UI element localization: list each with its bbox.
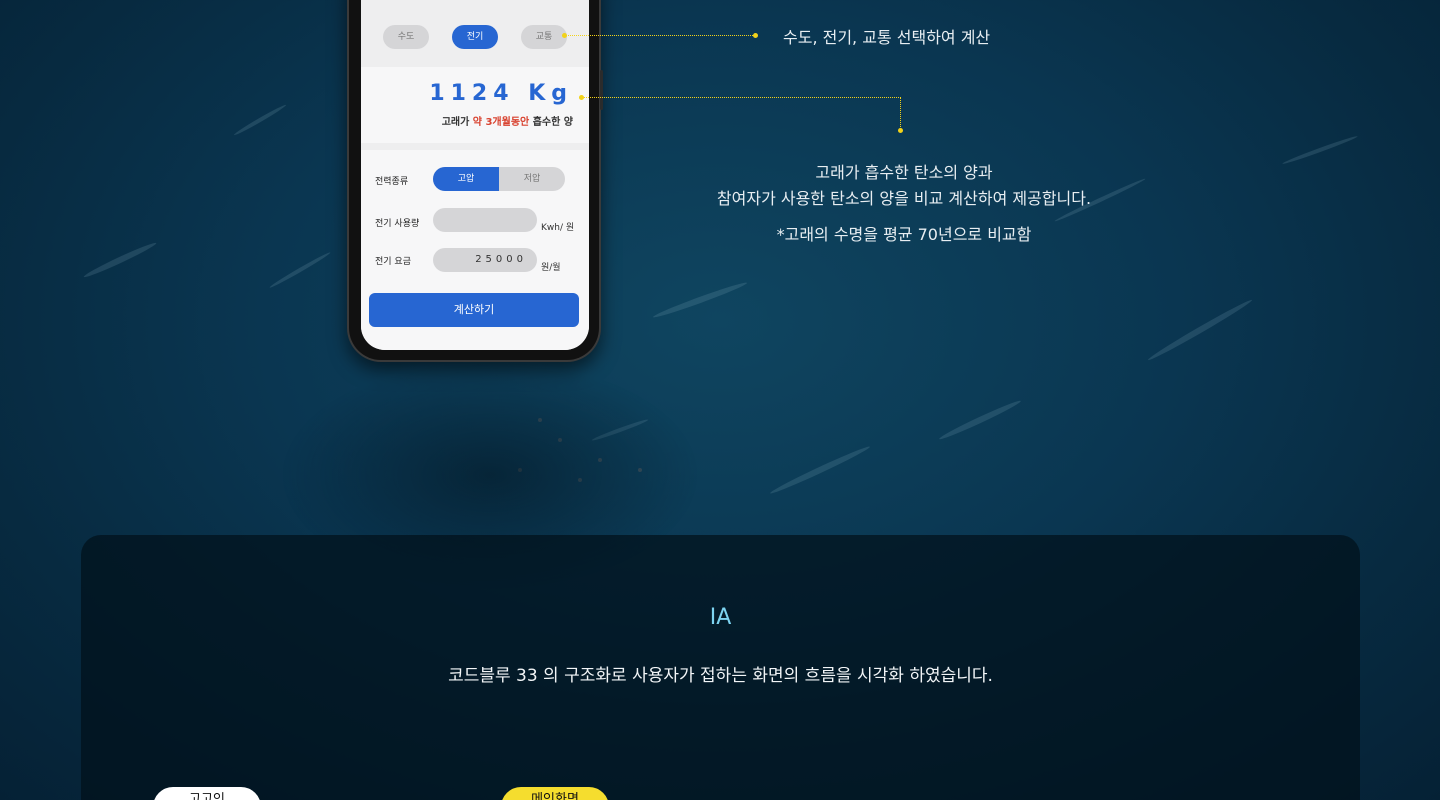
result-desc-line1: 고래가 흡수한 탄소의 양과 bbox=[815, 163, 993, 182]
tab-water[interactable]: 수도 bbox=[383, 25, 429, 49]
tabs-note: 수도, 전기, 교통 선택하여 계산 bbox=[783, 28, 991, 47]
callout-dot-end bbox=[753, 33, 758, 38]
calculate-button[interactable]: 계산하기 bbox=[369, 293, 579, 327]
usage-label: 전기 사용량 bbox=[375, 219, 420, 229]
result-caption-highlight: 약 3개월동안 bbox=[472, 117, 530, 128]
usage-unit: Kwh/ 원 bbox=[541, 223, 575, 233]
result-caption-suffix: 흡수한 양 bbox=[529, 117, 573, 128]
phone-screen: 수도 전기 교통 1124 Kg 고래가 약 3개월동안 흡수한 양 전력종류 … bbox=[361, 0, 589, 350]
fee-label: 전기 요금 bbox=[375, 257, 411, 267]
ia-node-first: 고고인 bbox=[153, 787, 261, 800]
result-desc-line2: 참여자가 사용한 탄소의 양을 비교 계산하여 제공합니다. bbox=[716, 189, 1092, 208]
power-type-label: 전력종류 bbox=[375, 177, 409, 187]
phone-mockup: 수도 전기 교통 1124 Kg 고래가 약 3개월동안 흡수한 양 전력종류 … bbox=[347, 0, 603, 362]
phone-side-button bbox=[600, 70, 603, 110]
ia-subtitle: 코드블루 33 의 구조화로 사용자가 접하는 화면의 흐름을 시각화 하였습니… bbox=[448, 666, 993, 686]
tab-electricity[interactable]: 전기 bbox=[452, 25, 498, 49]
category-tabs: 수도 전기 교통 bbox=[361, 25, 589, 49]
callout-dot-result-end bbox=[898, 128, 903, 133]
fee-input[interactable]: 25000 bbox=[433, 248, 537, 272]
usage-input[interactable] bbox=[433, 208, 537, 232]
callout-line-result-h bbox=[582, 97, 901, 98]
result-value: 1124 Kg bbox=[429, 81, 573, 106]
power-type-toggle: 고압 저압 bbox=[433, 167, 565, 191]
result-description: 고래가 흡수한 탄소의 양과 참여자가 사용한 탄소의 양을 비교 계산하여 제… bbox=[660, 160, 1148, 248]
callout-line-result-v bbox=[900, 97, 901, 129]
ia-section: IA 코드블루 33 의 구조화로 사용자가 접하는 화면의 흐름을 시각화 하… bbox=[81, 535, 1360, 800]
ia-title: IA bbox=[709, 605, 732, 630]
result-card: 1124 Kg 고래가 약 3개월동안 흡수한 양 bbox=[361, 67, 589, 143]
tab-transport[interactable]: 교통 bbox=[521, 25, 567, 49]
calc-form: 전력종류 고압 저압 전기 사용량 Kwh/ 원 전기 요금 25000 원/월… bbox=[361, 150, 589, 350]
fee-unit: 원/월 bbox=[541, 263, 561, 273]
result-footnote: *고래의 수명을 평균 70년으로 비교함 bbox=[776, 225, 1032, 244]
callout-line-tabs bbox=[565, 35, 755, 36]
result-caption: 고래가 약 3개월동안 흡수한 양 bbox=[442, 113, 573, 128]
result-caption-prefix: 고래가 bbox=[441, 117, 473, 128]
ia-node-main: 메인화면 bbox=[501, 787, 609, 800]
power-type-low[interactable]: 저압 bbox=[499, 167, 565, 191]
power-type-high[interactable]: 고압 bbox=[433, 167, 499, 191]
